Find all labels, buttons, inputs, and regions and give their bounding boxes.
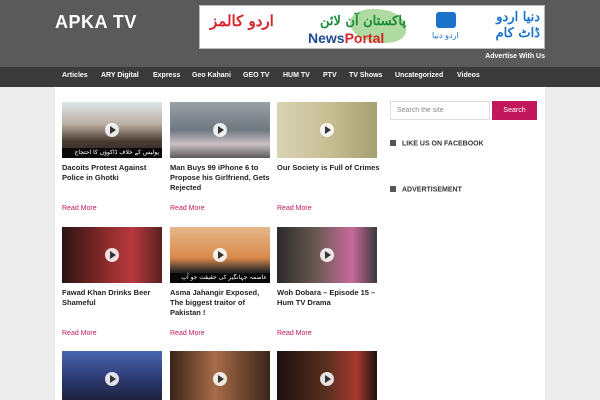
play-icon[interactable] xyxy=(105,372,119,386)
banner-urdu-columns-text: اردو کالمز xyxy=(210,12,274,30)
mobile-phone-icon xyxy=(436,12,456,28)
nav-item-ptv[interactable]: PTV xyxy=(323,72,337,79)
play-icon[interactable] xyxy=(320,372,334,386)
nav-item-articles[interactable]: Articles xyxy=(62,72,88,79)
banner-dunya-small-text: اردو دنیا xyxy=(432,31,459,40)
post-title[interactable]: Our Society is Full of Crimes xyxy=(277,163,381,173)
post-thumbnail[interactable] xyxy=(277,351,377,400)
facebook-widget-title: LIKE US ON FACEBOOK xyxy=(390,140,484,148)
read-more-link[interactable]: Read More xyxy=(62,330,97,337)
read-more-link[interactable]: Read More xyxy=(170,205,205,212)
nav-item-tv-shows[interactable]: TV Shows xyxy=(349,72,382,79)
post-title[interactable]: Dacoits Protest Against Police in Ghotki xyxy=(62,163,166,183)
post-grid: پولیس کے خلاف ڈاکوؤں کا احتجاج Dacoits P… xyxy=(55,87,380,400)
play-icon[interactable] xyxy=(105,248,119,262)
post-thumbnail[interactable] xyxy=(170,351,270,400)
play-icon[interactable] xyxy=(213,248,227,262)
square-bullet-icon xyxy=(390,186,396,192)
banner-dunya-urdu-text: دنیا اردو ڈاٹ کام xyxy=(495,10,540,41)
post-thumbnail[interactable]: پولیس کے خلاف ڈاکوؤں کا احتجاج xyxy=(62,102,162,158)
post-thumbnail[interactable]: عاصمہ جہانگیر کی حقیقت جو آپ نہیں جانتے xyxy=(170,227,270,283)
sidebar: Search LIKE US ON FACEBOOK ADVERTISEMENT xyxy=(380,87,545,400)
thumbnail-caption: عاصمہ جہانگیر کی حقیقت جو آپ نہیں جانتے xyxy=(170,273,270,283)
post-title[interactable]: Man Buys 99 iPhone 6 to Propose his Girl… xyxy=(170,163,274,193)
site-header: APKA TV اردو کالمز پاکستان آن لائن NewsP… xyxy=(0,0,600,67)
banner-urdu-pakistan-text: پاکستان آن لائن xyxy=(320,14,406,29)
banner-newsportal-logo: NewsPortal xyxy=(308,30,385,46)
nav-item-videos[interactable]: Videos xyxy=(457,72,480,79)
post-title[interactable]: Asma Jahangir Exposed, The biggest trait… xyxy=(170,288,274,318)
nav-item-hum-tv[interactable]: HUM TV xyxy=(283,72,310,79)
nav-item-geo-kahani[interactable]: Geo Kahani xyxy=(192,72,231,79)
read-more-link[interactable]: Read More xyxy=(277,205,312,212)
play-icon[interactable] xyxy=(213,372,227,386)
play-icon[interactable] xyxy=(320,248,334,262)
post-thumbnail[interactable] xyxy=(62,351,162,400)
play-icon[interactable] xyxy=(213,123,227,137)
nav-item-ary-digital[interactable]: ARY Digital xyxy=(101,72,139,79)
post-title[interactable]: Fawad Khan Drinks Beer Shameful xyxy=(62,288,166,308)
read-more-link[interactable]: Read More xyxy=(170,330,205,337)
nav-item-geo-tv[interactable]: GEO TV xyxy=(243,72,269,79)
post-thumbnail[interactable] xyxy=(62,227,162,283)
post-thumbnail[interactable] xyxy=(277,102,377,158)
post-title[interactable]: Woh Dobara – Episode 15 – Hum TV Drama xyxy=(277,288,381,308)
thumbnail-caption: پولیس کے خلاف ڈاکوؤں کا احتجاج xyxy=(62,148,162,158)
header-banner-ad[interactable]: اردو کالمز پاکستان آن لائن NewsPortal ار… xyxy=(199,5,545,49)
nav-item-uncategorized[interactable]: Uncategorized xyxy=(395,72,443,79)
advertise-with-us-link[interactable]: Advertise With Us xyxy=(485,53,545,60)
search-button[interactable]: Search xyxy=(492,101,537,120)
post-thumbnail[interactable] xyxy=(170,102,270,158)
square-bullet-icon xyxy=(390,140,396,146)
read-more-link[interactable]: Read More xyxy=(62,205,97,212)
play-icon[interactable] xyxy=(320,123,334,137)
main-navigation: Articles ARY Digital Express Geo Kahani … xyxy=(0,67,600,87)
post-thumbnail[interactable] xyxy=(277,227,377,283)
advertisement-widget-title: ADVERTISEMENT xyxy=(390,186,462,194)
read-more-link[interactable]: Read More xyxy=(277,330,312,337)
play-icon[interactable] xyxy=(105,123,119,137)
site-title[interactable]: APKA TV xyxy=(55,12,137,33)
search-input[interactable] xyxy=(390,101,490,120)
nav-item-express[interactable]: Express xyxy=(153,72,180,79)
